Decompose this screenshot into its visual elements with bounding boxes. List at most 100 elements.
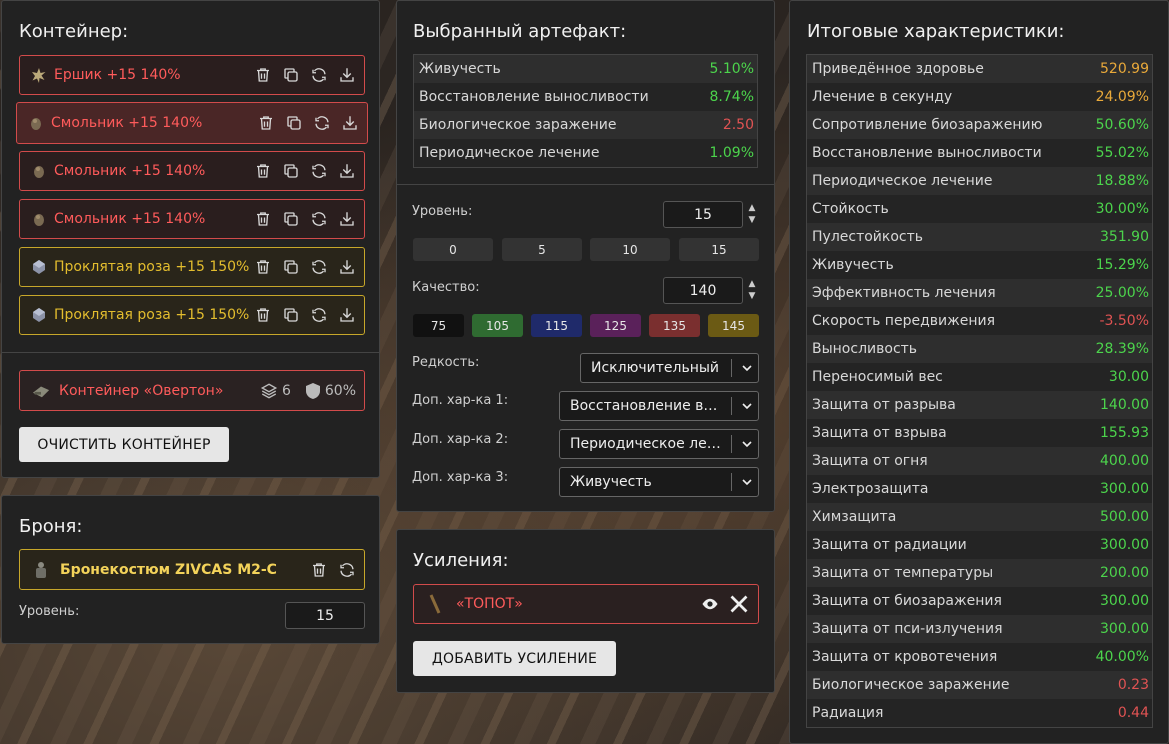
sync-icon[interactable]	[309, 210, 328, 229]
quality-input[interactable]: 140	[663, 277, 743, 304]
container-box[interactable]: Контейнер «Овертон» 6 60%	[19, 370, 365, 411]
sync-icon[interactable]	[309, 306, 328, 325]
star-artifact-icon	[30, 66, 48, 84]
boosts-title: Усиления:	[413, 550, 509, 571]
quality-stepper[interactable]: ▲ ▼	[747, 278, 757, 302]
container-item[interactable]: Ершик +15 140%	[19, 55, 365, 95]
copy-icon[interactable]	[284, 114, 303, 133]
boost-item-label: «ТОПОТ»	[456, 596, 523, 612]
stat-row: Пулестойкость 351.90	[807, 223, 1152, 251]
stat-row: Защита от температуры 200.00	[807, 559, 1152, 587]
chevron-down-icon[interactable]	[736, 398, 758, 414]
rarity-select[interactable]: Исключительный	[580, 353, 759, 383]
chevron-up-icon[interactable]: ▲	[749, 202, 756, 214]
trash-icon[interactable]	[253, 162, 272, 181]
sync-icon[interactable]	[312, 114, 331, 133]
stat-row: Периодическое лечение 1.09%	[414, 139, 757, 167]
extra1-select[interactable]: Восстановление выносливости	[559, 391, 759, 421]
stat-name: Эффективность лечения	[812, 285, 996, 301]
armor-level-input[interactable]: 15	[285, 602, 365, 629]
download-icon[interactable]	[337, 258, 356, 277]
chevron-down-icon[interactable]	[736, 360, 758, 376]
trash-icon[interactable]	[253, 306, 272, 325]
quality-preset[interactable]: 105	[472, 314, 523, 337]
close-icon[interactable]	[729, 595, 748, 614]
stat-value: 8.74%	[709, 89, 754, 105]
chevron-down-icon[interactable]: ▼	[749, 290, 756, 302]
stat-name: Защита от взрыва	[812, 425, 947, 441]
copy-icon[interactable]	[281, 66, 300, 85]
copy-icon[interactable]	[281, 210, 300, 229]
chevron-down-icon[interactable]	[736, 436, 758, 452]
sync-icon[interactable]	[309, 258, 328, 277]
container-item[interactable]: Смольник +15 140%	[16, 102, 368, 144]
quality-preset[interactable]: 115	[531, 314, 582, 337]
stat-name: Защита от кровотечения	[812, 649, 998, 665]
stat-value: 55.02%	[1095, 145, 1149, 161]
chevron-down-icon[interactable]	[736, 474, 758, 490]
container-item[interactable]: Смольник +15 140%	[19, 199, 365, 239]
add-boost-button[interactable]: ДОБАВИТЬ УСИЛЕНИЕ	[413, 641, 616, 676]
stat-value: 520.99	[1100, 61, 1149, 77]
stat-row: Биологическое заражение 0.23	[807, 671, 1152, 699]
armor-item-label: Бронекостюм ZIVCAS M2-C	[60, 561, 277, 578]
container-item[interactable]: Смольник +15 140%	[19, 151, 365, 191]
stat-row: Эффективность лечения 25.00%	[807, 279, 1152, 307]
copy-icon[interactable]	[281, 306, 300, 325]
stat-row: Защита от кровотечения 40.00%	[807, 643, 1152, 671]
stat-row: Приведённое здоровье 520.99	[807, 55, 1152, 83]
boost-item[interactable]: «ТОПОТ»	[413, 584, 759, 624]
container-item-label: Смольник +15 140%	[54, 163, 206, 179]
level-preset[interactable]: 10	[590, 238, 670, 261]
level-input[interactable]: 15	[663, 201, 743, 228]
copy-icon[interactable]	[281, 162, 300, 181]
stat-row: Защита от разрыва 140.00	[807, 391, 1152, 419]
trash-icon[interactable]	[253, 66, 272, 85]
quality-preset[interactable]: 75	[413, 314, 464, 337]
stat-row: Восстановление выносливости 55.02%	[807, 139, 1152, 167]
trash-icon[interactable]	[309, 560, 328, 579]
eye-icon[interactable]	[700, 595, 719, 614]
level-preset[interactable]: 5	[502, 238, 582, 261]
sync-icon[interactable]	[309, 162, 328, 181]
lump-artifact-icon	[27, 114, 45, 132]
extra3-select[interactable]: Живучесть	[559, 467, 759, 497]
extra1-label: Доп. хар-ка 1:	[412, 393, 509, 408]
level-stepper[interactable]: ▲ ▼	[747, 202, 757, 226]
stat-row: Лечение в секунду 24.09%	[807, 83, 1152, 111]
stat-value: 400.00	[1100, 453, 1149, 469]
download-icon[interactable]	[337, 66, 356, 85]
sync-icon[interactable]	[309, 66, 328, 85]
rarity-select-value: Исключительный	[591, 360, 720, 376]
artifact-stats-table: Живучесть 5.10% Восстановление выносливос…	[413, 54, 758, 168]
quality-preset[interactable]: 135	[649, 314, 700, 337]
trash-icon[interactable]	[253, 210, 272, 229]
container-item-label: Смольник +15 140%	[54, 211, 206, 227]
quality-preset[interactable]: 125	[590, 314, 641, 337]
level-preset[interactable]: 15	[679, 238, 759, 261]
chevron-up-icon[interactable]: ▲	[749, 278, 756, 290]
totals-stats-table: Приведённое здоровье 520.99 Лечение в секу…	[806, 54, 1153, 728]
copy-icon[interactable]	[281, 258, 300, 277]
container-item[interactable]: Проклятая роза +15 150%	[19, 247, 365, 287]
extra1-select-value: Восстановление выносливости	[570, 398, 727, 414]
download-icon[interactable]	[337, 306, 356, 325]
stat-row: Восстановление выносливости 8.74%	[414, 83, 757, 111]
sync-icon[interactable]	[337, 560, 356, 579]
container-item[interactable]: Проклятая роза +15 150%	[19, 295, 365, 335]
level-preset[interactable]: 0	[413, 238, 493, 261]
container-panel: Контейнер: Ершик +15 140% Смольник +15 1…	[1, 0, 380, 478]
download-icon[interactable]	[340, 114, 359, 133]
clear-container-button[interactable]: ОЧИСТИТЬ КОНТЕЙНЕР	[19, 427, 229, 462]
quality-preset[interactable]: 145	[708, 314, 759, 337]
stat-value: 300.00	[1100, 481, 1149, 497]
stat-value: 18.88%	[1095, 173, 1149, 189]
trash-icon[interactable]	[253, 258, 272, 277]
extra2-select[interactable]: Периодическое лечение	[559, 429, 759, 459]
download-icon[interactable]	[337, 210, 356, 229]
download-icon[interactable]	[337, 162, 356, 181]
armor-item[interactable]: Бронекостюм ZIVCAS M2-C	[19, 549, 365, 590]
trash-icon[interactable]	[256, 114, 275, 133]
chevron-down-icon[interactable]: ▼	[749, 214, 756, 226]
stat-name: Радиация	[812, 705, 884, 721]
